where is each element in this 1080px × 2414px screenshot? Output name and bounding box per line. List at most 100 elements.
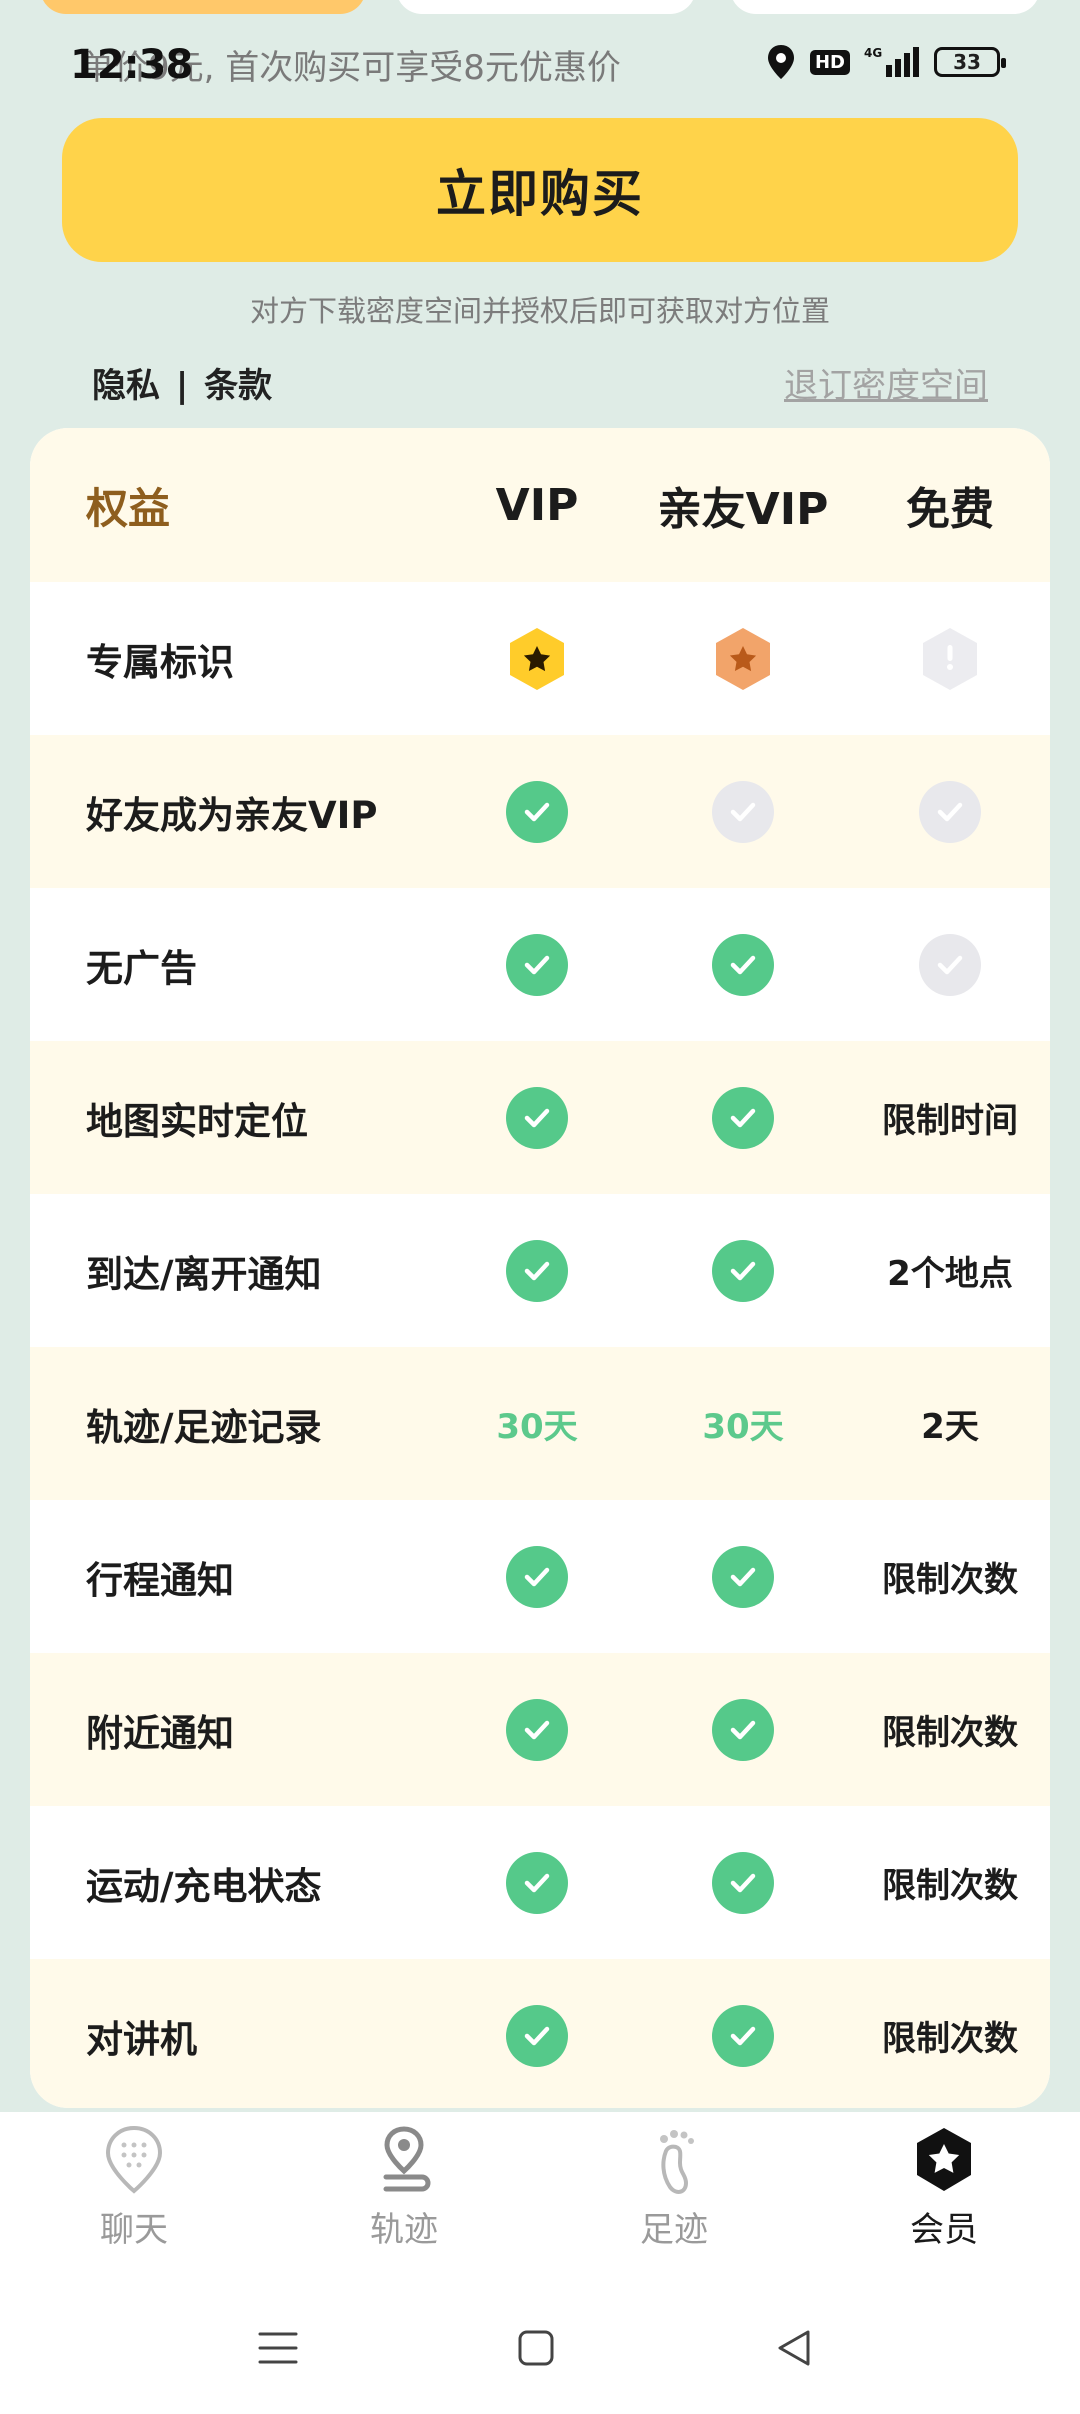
cell-vip bbox=[437, 1698, 637, 1761]
cell-family_vip bbox=[643, 626, 843, 692]
check-icon bbox=[506, 1545, 568, 1608]
check-icon bbox=[712, 1239, 774, 1302]
check-icon bbox=[506, 1698, 568, 1761]
feature-name: 附近通知 bbox=[86, 1711, 234, 1755]
member-icon bbox=[912, 2124, 976, 2196]
terms-link[interactable]: 条款 bbox=[204, 366, 272, 406]
feature-name: 轨迹/足迹记录 bbox=[86, 1405, 322, 1449]
cell-free: 2个地点 bbox=[887, 1254, 1013, 1294]
check-icon bbox=[712, 933, 774, 996]
location-icon bbox=[767, 45, 794, 79]
cell-free bbox=[850, 626, 1050, 692]
nav-footprint[interactable]: 足迹 bbox=[574, 2124, 774, 2251]
check-icon bbox=[712, 1545, 774, 1608]
status-bar: 12:38 HD 4G 33 bbox=[0, 38, 1080, 92]
nav-label-footprint: 足迹 bbox=[640, 2210, 708, 2250]
plan-card-1[interactable] bbox=[40, 0, 366, 14]
cell-family_vip: 30天 bbox=[702, 1407, 784, 1447]
check-icon bbox=[712, 2004, 774, 2067]
table-row: 运动/充电状态 限制次数 bbox=[30, 1806, 1050, 1959]
gold-star-badge-icon bbox=[506, 626, 568, 692]
header-family-vip: 亲友VIP bbox=[657, 484, 829, 535]
table-header-row: 权益 VIP 亲友VIP 免费 bbox=[30, 428, 1050, 582]
table-row: 专属标识 bbox=[30, 582, 1050, 735]
chat-icon bbox=[102, 2124, 166, 2196]
signal-icon: 4G bbox=[864, 46, 919, 77]
header-benefits: 权益 bbox=[86, 483, 171, 533]
cell-vip bbox=[437, 1545, 637, 1608]
check-icon bbox=[506, 780, 568, 843]
feature-name: 对讲机 bbox=[86, 2017, 197, 2061]
header-free: 免费 bbox=[906, 484, 994, 535]
cell-family_vip bbox=[643, 933, 843, 996]
cell-vip bbox=[437, 626, 637, 692]
feature-name: 到达/离开通知 bbox=[86, 1252, 322, 1296]
exclamation-badge-icon bbox=[919, 626, 981, 692]
table-row: 附近通知 限制次数 bbox=[30, 1653, 1050, 1806]
cell-free: 限制次数 bbox=[882, 1560, 1018, 1600]
nav-track[interactable]: 轨迹 bbox=[304, 2124, 504, 2251]
table-row: 地图实时定位 限制时间 bbox=[30, 1041, 1050, 1194]
home-icon[interactable] bbox=[506, 2318, 566, 2378]
cell-vip bbox=[437, 1239, 637, 1302]
check-icon bbox=[506, 1086, 568, 1149]
check-disabled-icon bbox=[919, 780, 981, 843]
bottom-nav: 聊天 轨迹 足迹 会员 bbox=[0, 2112, 1080, 2288]
feature-name: 行程通知 bbox=[86, 1558, 234, 1602]
table-row: 无广告 bbox=[30, 888, 1050, 1041]
cell-vip bbox=[437, 933, 637, 996]
back-icon[interactable] bbox=[764, 2318, 824, 2378]
cell-free: 限制次数 bbox=[882, 2019, 1018, 2059]
plan-card-2[interactable] bbox=[396, 0, 696, 14]
nav-label-track: 轨迹 bbox=[370, 2210, 438, 2250]
check-disabled-icon bbox=[712, 780, 774, 843]
plan-card-3[interactable] bbox=[730, 0, 1040, 14]
feature-name: 运动/充电状态 bbox=[86, 1864, 322, 1908]
cell-vip bbox=[437, 1851, 637, 1914]
cell-family_vip bbox=[643, 2004, 843, 2067]
svg-text:4G: 4G bbox=[864, 46, 882, 60]
cell-free: 限制时间 bbox=[882, 1101, 1018, 1141]
check-icon bbox=[506, 933, 568, 996]
feature-name: 好友成为亲友VIP bbox=[86, 793, 378, 837]
cell-free: 限制次数 bbox=[882, 1713, 1018, 1753]
cell-free bbox=[850, 780, 1050, 843]
battery-level: 33 bbox=[953, 50, 981, 74]
track-icon bbox=[372, 2124, 436, 2196]
cell-family_vip bbox=[643, 1086, 843, 1149]
cell-family_vip bbox=[643, 1545, 843, 1608]
cell-family_vip bbox=[643, 1851, 843, 1914]
location-note: 对方下载密度空间并授权后即可获取对方位置 bbox=[249, 294, 830, 328]
check-icon bbox=[712, 1086, 774, 1149]
cell-family_vip bbox=[643, 1239, 843, 1302]
table-row: 好友成为亲友VIP bbox=[30, 735, 1050, 888]
table-row: 对讲机 限制次数 bbox=[30, 1959, 1050, 2108]
check-icon bbox=[712, 1851, 774, 1914]
cell-free bbox=[850, 933, 1050, 996]
unsubscribe-link[interactable]: 退订密度空间 bbox=[784, 358, 988, 407]
system-nav-bar bbox=[0, 2288, 1080, 2414]
nav-chat[interactable]: 聊天 bbox=[34, 2124, 234, 2251]
orange-star-badge-icon bbox=[712, 626, 774, 692]
table-row: 到达/离开通知 2个地点 bbox=[30, 1194, 1050, 1347]
buy-now-button[interactable]: 立即购买 bbox=[62, 118, 1018, 262]
check-icon bbox=[712, 1698, 774, 1761]
links-separator: | bbox=[175, 366, 189, 406]
nav-member[interactable]: 会员 bbox=[844, 2124, 1044, 2251]
feature-name: 专属标识 bbox=[86, 640, 234, 684]
status-time: 12:38 bbox=[70, 42, 193, 88]
cell-free: 2天 bbox=[921, 1407, 979, 1447]
nav-label-member: 会员 bbox=[910, 2210, 978, 2250]
check-disabled-icon bbox=[919, 933, 981, 996]
privacy-terms-links: 隐私 | 条款 bbox=[92, 358, 272, 407]
cell-vip: 30天 bbox=[496, 1407, 578, 1447]
header-vip: VIP bbox=[495, 479, 579, 531]
check-icon bbox=[506, 1239, 568, 1302]
table-row: 轨迹/足迹记录 30天 30天 2天 bbox=[30, 1347, 1050, 1500]
hd-icon: HD bbox=[809, 49, 850, 75]
privacy-link[interactable]: 隐私 bbox=[92, 366, 160, 406]
battery-icon: 33 bbox=[934, 47, 1006, 77]
cell-free: 限制次数 bbox=[882, 1866, 1018, 1906]
cell-vip bbox=[437, 2004, 637, 2067]
menu-icon[interactable] bbox=[248, 2318, 308, 2378]
